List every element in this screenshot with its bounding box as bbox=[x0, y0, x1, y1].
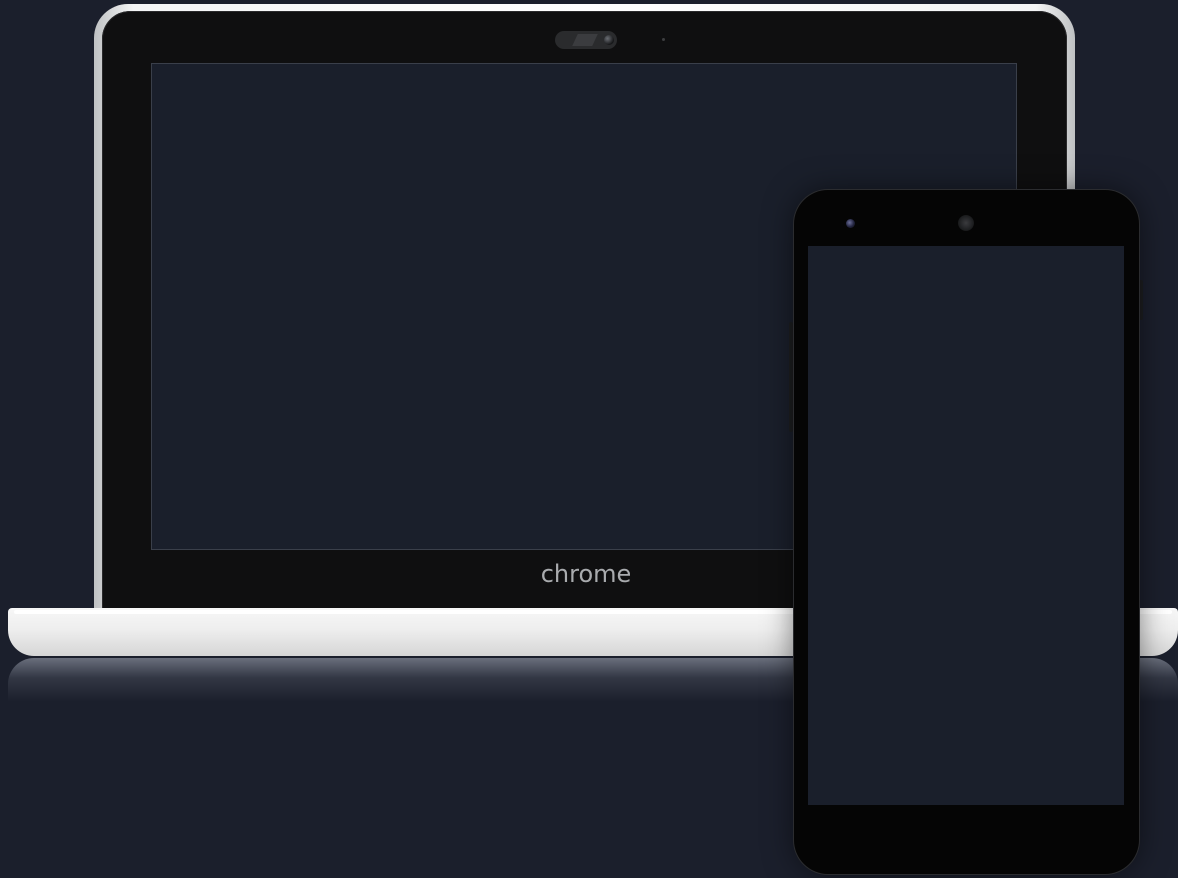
phone-volume-button bbox=[789, 322, 793, 432]
laptop-brand-label: chrome bbox=[540, 560, 632, 588]
phone-screen bbox=[808, 246, 1124, 805]
phone-power-button bbox=[1139, 280, 1143, 320]
webcam-icon bbox=[604, 35, 614, 45]
device-mockup-scene: chrome bbox=[0, 0, 1178, 878]
earpiece-speaker-icon bbox=[958, 215, 974, 231]
front-camera-icon bbox=[846, 219, 855, 228]
microphone-dot bbox=[662, 38, 665, 41]
